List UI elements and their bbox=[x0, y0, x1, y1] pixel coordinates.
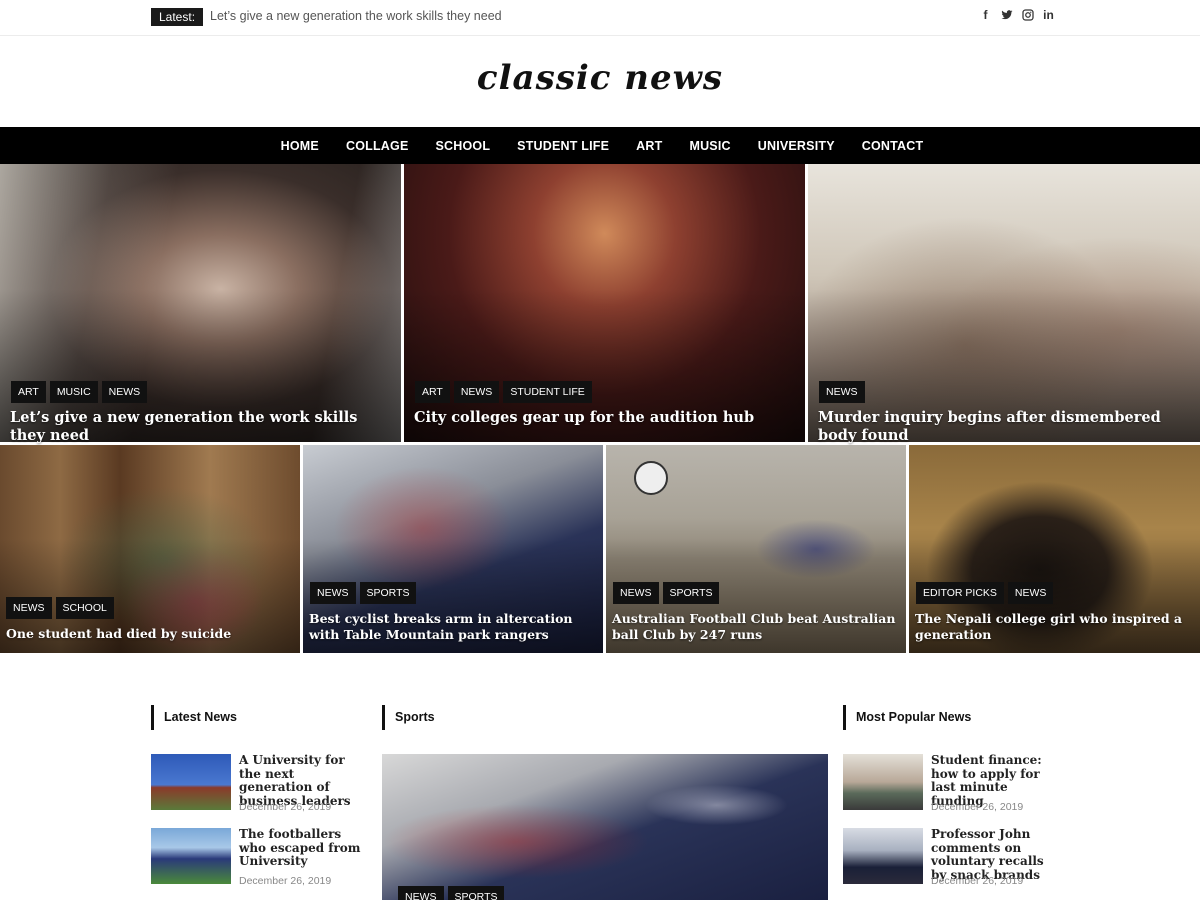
grid-tags: NEWS SPORTS bbox=[310, 582, 417, 604]
facebook-icon[interactable]: f bbox=[980, 9, 991, 22]
list-title[interactable]: The footballers who escaped from Univers… bbox=[239, 827, 364, 869]
tag[interactable]: SPORTS bbox=[447, 886, 505, 900]
latest-badge: Latest: bbox=[151, 8, 204, 26]
nav-music[interactable]: MUSIC bbox=[689, 139, 730, 153]
instagram-icon[interactable] bbox=[1022, 9, 1034, 22]
twitter-icon[interactable] bbox=[1001, 9, 1013, 22]
latest-ticker-link[interactable]: Let’s give a new generation the work ski… bbox=[210, 8, 502, 24]
list-thumbnail[interactable] bbox=[151, 828, 231, 884]
latest-news-heading: Latest News bbox=[151, 705, 237, 730]
nav-student-life[interactable]: STUDENT LIFE bbox=[517, 139, 609, 153]
grid-title[interactable]: The Nepali college girl who inspired a g… bbox=[915, 611, 1195, 642]
social-links: f in bbox=[980, 9, 1054, 22]
site-logo[interactable]: classic news bbox=[0, 58, 1200, 98]
tag[interactable]: MUSIC bbox=[49, 381, 98, 403]
nav-school[interactable]: SCHOOL bbox=[435, 139, 490, 153]
tag[interactable]: NEWS bbox=[613, 582, 659, 604]
list-item[interactable]: Professor John comments on voluntary rec… bbox=[843, 827, 1063, 888]
hero-tags: ART NEWS STUDENT LIFE bbox=[415, 381, 592, 403]
nav-home[interactable]: HOME bbox=[281, 139, 319, 153]
list-thumbnail[interactable] bbox=[843, 828, 923, 884]
list-thumbnail[interactable] bbox=[151, 754, 231, 810]
nav-collage[interactable]: COLLAGE bbox=[346, 139, 409, 153]
tag[interactable]: SPORTS bbox=[359, 582, 417, 604]
list-title[interactable]: Student finance: how to apply for last m… bbox=[931, 753, 1056, 808]
hero-card[interactable] bbox=[808, 164, 1200, 442]
list-thumbnail[interactable] bbox=[843, 754, 923, 810]
tag[interactable]: STUDENT LIFE bbox=[503, 381, 592, 403]
list-date: December 26, 2019 bbox=[931, 801, 1024, 813]
grid-title[interactable]: Best cyclist breaks arm in altercation w… bbox=[309, 611, 597, 642]
sports-tags: NEWS SPORTS bbox=[398, 886, 505, 900]
nav-university[interactable]: UNIVERSITY bbox=[758, 139, 835, 153]
nav-art[interactable]: ART bbox=[636, 139, 662, 153]
list-item[interactable]: Student finance: how to apply for last m… bbox=[843, 753, 1063, 814]
sports-heading: Sports bbox=[382, 705, 435, 730]
list-date: December 26, 2019 bbox=[239, 875, 332, 887]
hero-title[interactable]: City colleges gear up for the audition h… bbox=[414, 409, 799, 427]
main-nav: HOME COLLAGE SCHOOL STUDENT LIFE ART MUS… bbox=[0, 127, 1200, 164]
grid-tags: NEWS SPORTS bbox=[613, 582, 720, 604]
grid-tags: NEWS SCHOOL bbox=[6, 597, 114, 619]
tag[interactable]: NEWS bbox=[101, 381, 148, 403]
tag[interactable]: ART bbox=[415, 381, 450, 403]
top-bar: Latest: Let’s give a new generation the … bbox=[0, 0, 1200, 36]
tag[interactable]: NEWS bbox=[1007, 582, 1054, 604]
tag[interactable]: SCHOOL bbox=[55, 597, 114, 619]
tag[interactable]: EDITOR PICKS bbox=[916, 582, 1004, 604]
hero-title[interactable]: Let’s give a new generation the work ski… bbox=[10, 409, 395, 445]
list-item[interactable]: A University for the next generation of … bbox=[151, 753, 371, 814]
tag[interactable]: SPORTS bbox=[662, 582, 720, 604]
grid-tags: EDITOR PICKS NEWS bbox=[916, 582, 1054, 604]
tag[interactable]: NEWS bbox=[310, 582, 356, 604]
grid-title[interactable]: Australian Football Club beat Australian… bbox=[612, 611, 900, 642]
tag[interactable]: NEWS bbox=[6, 597, 52, 619]
tag[interactable]: ART bbox=[11, 381, 46, 403]
grid-card[interactable] bbox=[0, 445, 300, 653]
list-title[interactable]: A University for the next generation of … bbox=[239, 753, 364, 808]
tag[interactable]: NEWS bbox=[398, 886, 444, 900]
tag[interactable]: NEWS bbox=[819, 381, 865, 403]
grid-title[interactable]: One student had died by suicide bbox=[6, 626, 296, 642]
sports-feature-card[interactable]: NEWS SPORTS bbox=[382, 754, 828, 900]
list-title[interactable]: Professor John comments on voluntary rec… bbox=[931, 827, 1056, 882]
popular-news-heading: Most Popular News bbox=[843, 705, 971, 730]
hero-tags: NEWS bbox=[819, 381, 865, 403]
nav-contact[interactable]: CONTACT bbox=[862, 139, 924, 153]
hero-tags: ART MUSIC NEWS bbox=[11, 381, 148, 403]
tag[interactable]: NEWS bbox=[453, 381, 500, 403]
hero-title[interactable]: Murder inquiry begins after dismembered … bbox=[818, 409, 1198, 445]
list-date: December 26, 2019 bbox=[239, 801, 332, 813]
list-date: December 26, 2019 bbox=[931, 875, 1024, 887]
list-item[interactable]: The footballers who escaped from Univers… bbox=[151, 827, 371, 888]
linkedin-icon[interactable]: in bbox=[1043, 9, 1054, 22]
